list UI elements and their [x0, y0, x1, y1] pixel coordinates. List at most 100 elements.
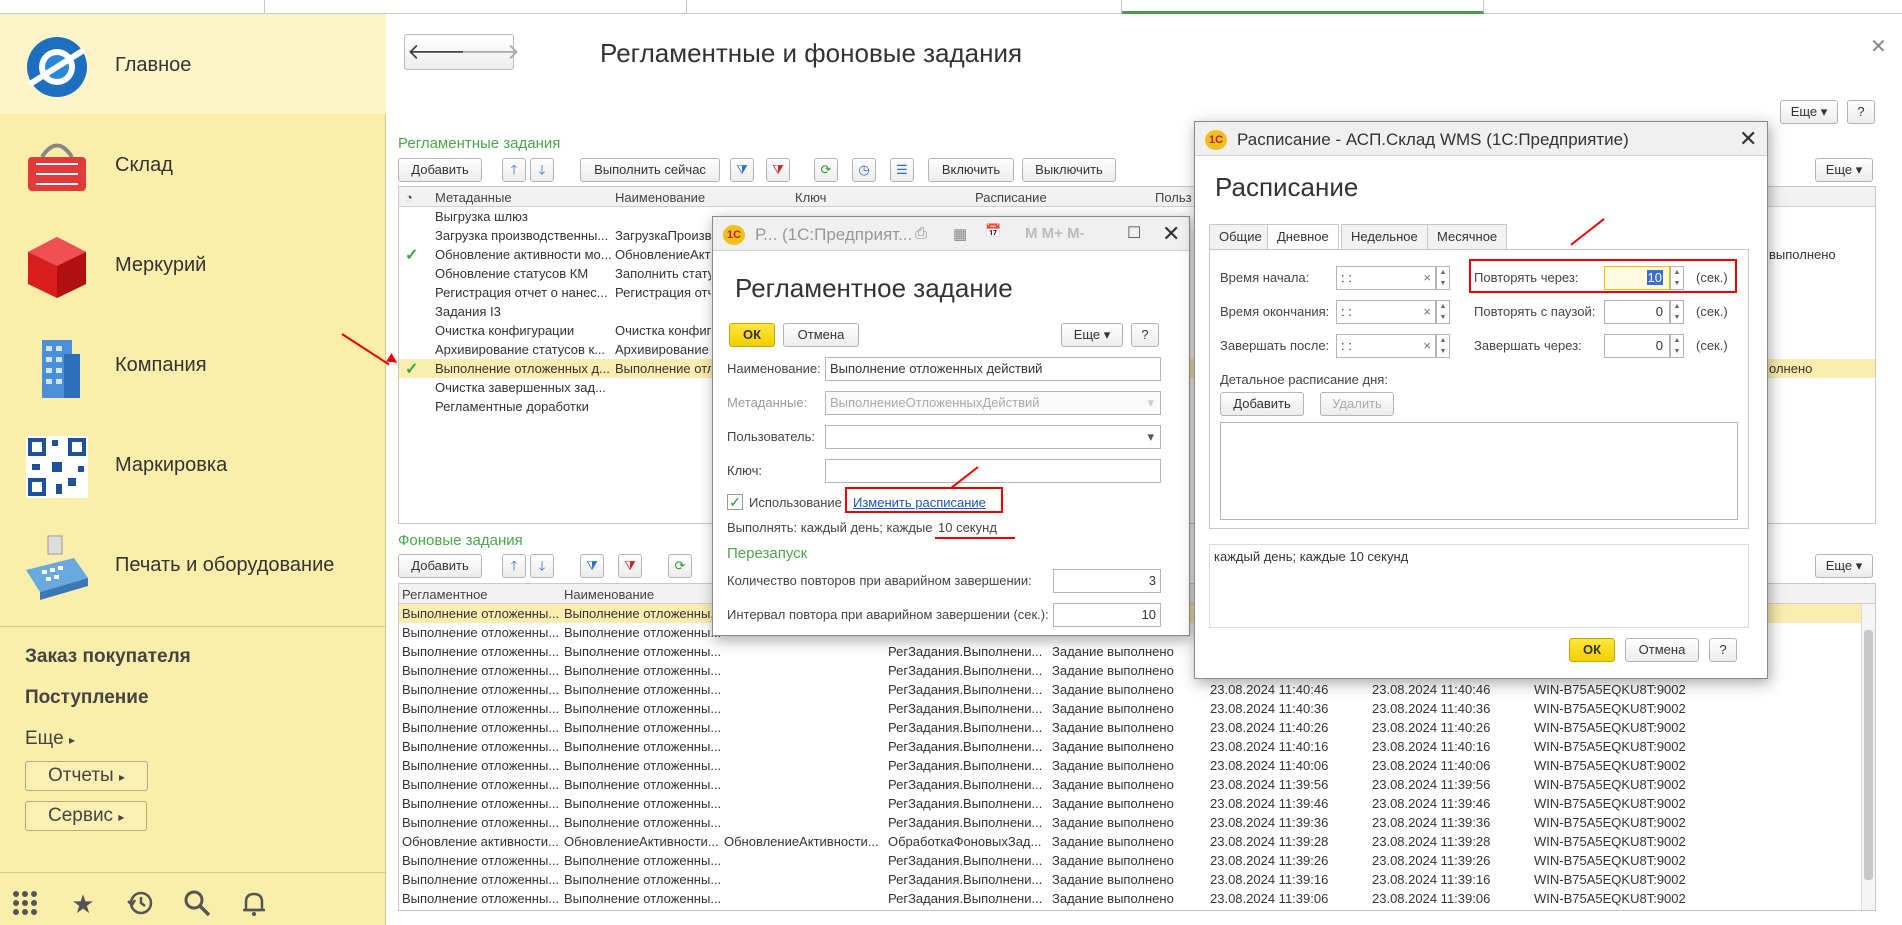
- table-row[interactable]: Выполнение отложенны... Выполнение отложе…: [399, 794, 1875, 813]
- change-schedule-link[interactable]: Изменить расписание: [853, 495, 986, 510]
- disable-button[interactable]: Выключить: [1022, 158, 1116, 182]
- star-icon[interactable]: ★: [68, 889, 98, 919]
- table-row[interactable]: Выполнение отложенны... Выполнение отложе…: [399, 718, 1875, 737]
- close-icon[interactable]: ✕: [1739, 126, 1757, 152]
- move-down-icon[interactable]: 🡓: [530, 554, 554, 578]
- background-more-button[interactable]: Еще ▾: [1815, 554, 1873, 578]
- table-row[interactable]: Выполнение отложенны... Выполнение отложе…: [399, 851, 1875, 870]
- filter-icon[interactable]: ⧩: [730, 158, 754, 182]
- memory-icons[interactable]: M M+ M-: [1025, 225, 1085, 242]
- window-tab[interactable]: [0, 0, 265, 14]
- clear-filter-icon[interactable]: ⧩: [766, 158, 790, 182]
- forward-arrow-icon[interactable]: 🡒: [461, 37, 520, 67]
- calendar-icon[interactable]: 📅: [985, 223, 1001, 239]
- refresh-icon[interactable]: ⟳: [668, 554, 692, 578]
- column-header[interactable]: Метаданные: [435, 190, 512, 205]
- table-row[interactable]: Выполнение отложенны... Выполнение отложе…: [399, 680, 1875, 699]
- column-header[interactable]: Наименование: [615, 190, 705, 205]
- scrollbar[interactable]: [1861, 604, 1875, 910]
- move-up-icon[interactable]: 🡑: [502, 158, 526, 182]
- table-row[interactable]: Выполнение отложенны... Выполнение отложе…: [399, 870, 1875, 889]
- sidebar-item-main[interactable]: Главное: [0, 14, 386, 114]
- run-now-button[interactable]: Выполнить сейчас: [580, 158, 720, 182]
- more-button[interactable]: Еще ▾: [1061, 323, 1123, 347]
- retry-interval-field[interactable]: 10: [1053, 603, 1161, 627]
- table-row[interactable]: Выполнение отложенны... Выполнение отложе…: [399, 813, 1875, 832]
- page-help-button[interactable]: ?: [1847, 100, 1875, 124]
- window-tab[interactable]: [265, 0, 687, 14]
- spinner-icon[interactable]: ▲ ▼: [1670, 266, 1684, 290]
- spinner-icon[interactable]: ▲ ▼: [1436, 300, 1450, 324]
- table-row[interactable]: Выполнение отложенны... Выполнение отложе…: [399, 699, 1875, 718]
- usage-checkbox[interactable]: ✓: [727, 494, 743, 510]
- spinner-icon[interactable]: ▲ ▼: [1436, 266, 1450, 290]
- spinner-icon[interactable]: ▲ ▼: [1436, 334, 1450, 358]
- cancel-button[interactable]: Отмена: [1625, 638, 1699, 662]
- move-down-icon[interactable]: 🡓: [530, 158, 554, 182]
- user-field[interactable]: ▾: [825, 425, 1161, 449]
- sidebar-link-customer-order[interactable]: Заказ покупателя: [25, 646, 191, 668]
- column-header[interactable]: Ключ: [795, 190, 826, 205]
- close-icon[interactable]: ✕: [1162, 221, 1180, 247]
- move-up-icon[interactable]: 🡑: [502, 554, 526, 578]
- refresh-icon[interactable]: ⟳: [814, 158, 838, 182]
- retry-count-field[interactable]: 3: [1053, 569, 1161, 593]
- maximize-icon[interactable]: ☐: [1127, 223, 1141, 243]
- metadata-field[interactable]: ВыполнениеОтложенныхДействий ▾: [825, 391, 1161, 415]
- sidebar-item-printing[interactable]: Печать и оборудование: [0, 514, 386, 614]
- tab-daily[interactable]: Дневное: [1267, 224, 1339, 250]
- end-time-field[interactable]: : : ×: [1336, 300, 1436, 324]
- start-time-field[interactable]: : : ×: [1336, 266, 1436, 290]
- table-row[interactable]: Обновление активности... ОбновлениеАктивн…: [399, 832, 1875, 851]
- column-header[interactable]: Регламентное: [402, 587, 488, 602]
- back-arrow-icon[interactable]: 🡐: [407, 37, 466, 67]
- sidebar-item-mercury[interactable]: Меркурий: [0, 214, 386, 314]
- sidebar-item-warehouse[interactable]: Склад: [0, 114, 386, 214]
- clear-icon[interactable]: ×: [1423, 267, 1431, 289]
- scrollbar-thumb[interactable]: [1864, 630, 1873, 880]
- clear-icon[interactable]: ×: [1423, 335, 1431, 357]
- background-add-button[interactable]: Добавить: [398, 554, 482, 578]
- finish-in-field[interactable]: 0: [1604, 334, 1670, 358]
- key-field[interactable]: [825, 459, 1161, 483]
- clear-filter-icon[interactable]: ⧩: [618, 554, 642, 578]
- calculator-icon[interactable]: ▦: [953, 225, 967, 243]
- tab-weekly[interactable]: Недельное: [1341, 224, 1428, 250]
- sidebar-more-link[interactable]: Еще ▸: [25, 728, 75, 750]
- ok-button[interactable]: ОК: [729, 323, 775, 347]
- enable-button[interactable]: Включить: [928, 158, 1014, 182]
- tab-general[interactable]: Общие: [1209, 224, 1272, 250]
- spinner-icon[interactable]: ▲ ▼: [1670, 300, 1684, 324]
- printer-icon[interactable]: ⎙: [915, 225, 927, 242]
- bell-icon[interactable]: [239, 889, 269, 919]
- window-tab[interactable]: [687, 0, 1122, 14]
- reports-button[interactable]: Отчеты ▸: [25, 761, 148, 791]
- detail-delete-button[interactable]: Удалить: [1320, 392, 1394, 416]
- finish-after-field[interactable]: : : ×: [1336, 334, 1436, 358]
- filter-icon[interactable]: ⧩: [580, 554, 604, 578]
- table-row[interactable]: Выполнение отложенны... Выполнение отложе…: [399, 889, 1875, 908]
- sidebar-item-company[interactable]: Компания: [0, 314, 386, 414]
- help-button[interactable]: ?: [1131, 323, 1159, 347]
- column-header[interactable]: Польз: [1155, 190, 1192, 205]
- page-more-button[interactable]: Еще ▾: [1780, 100, 1838, 124]
- column-header[interactable]: Наименование: [564, 587, 654, 602]
- table-row[interactable]: Выполнение отложенны... Выполнение отложе…: [399, 756, 1875, 775]
- table-row[interactable]: Выполнение отложенны... Выполнение отложе…: [399, 775, 1875, 794]
- repeat-field[interactable]: 10: [1604, 266, 1670, 290]
- cancel-button[interactable]: Отмена: [783, 323, 859, 347]
- window-tab-active[interactable]: [1122, 0, 1484, 14]
- table-row[interactable]: Выполнение отложенны... Выполнение отложе…: [399, 737, 1875, 756]
- search-icon[interactable]: [182, 889, 212, 919]
- spinner-icon[interactable]: ▲ ▼: [1670, 334, 1684, 358]
- name-field[interactable]: Выполнение отложенных действий: [825, 357, 1161, 381]
- clock-icon[interactable]: ◷: [852, 158, 876, 182]
- sidebar-link-receipt[interactable]: Поступление: [25, 687, 149, 709]
- scheduled-more-button[interactable]: Еще ▾: [1815, 158, 1873, 182]
- detail-schedule-list[interactable]: [1220, 422, 1738, 520]
- sidebar-item-marking[interactable]: Маркировка: [0, 414, 386, 514]
- history-icon[interactable]: [125, 889, 155, 919]
- ok-button[interactable]: ОК: [1569, 638, 1615, 662]
- settings-list-icon[interactable]: ☰: [890, 158, 914, 182]
- help-button[interactable]: ?: [1709, 638, 1737, 662]
